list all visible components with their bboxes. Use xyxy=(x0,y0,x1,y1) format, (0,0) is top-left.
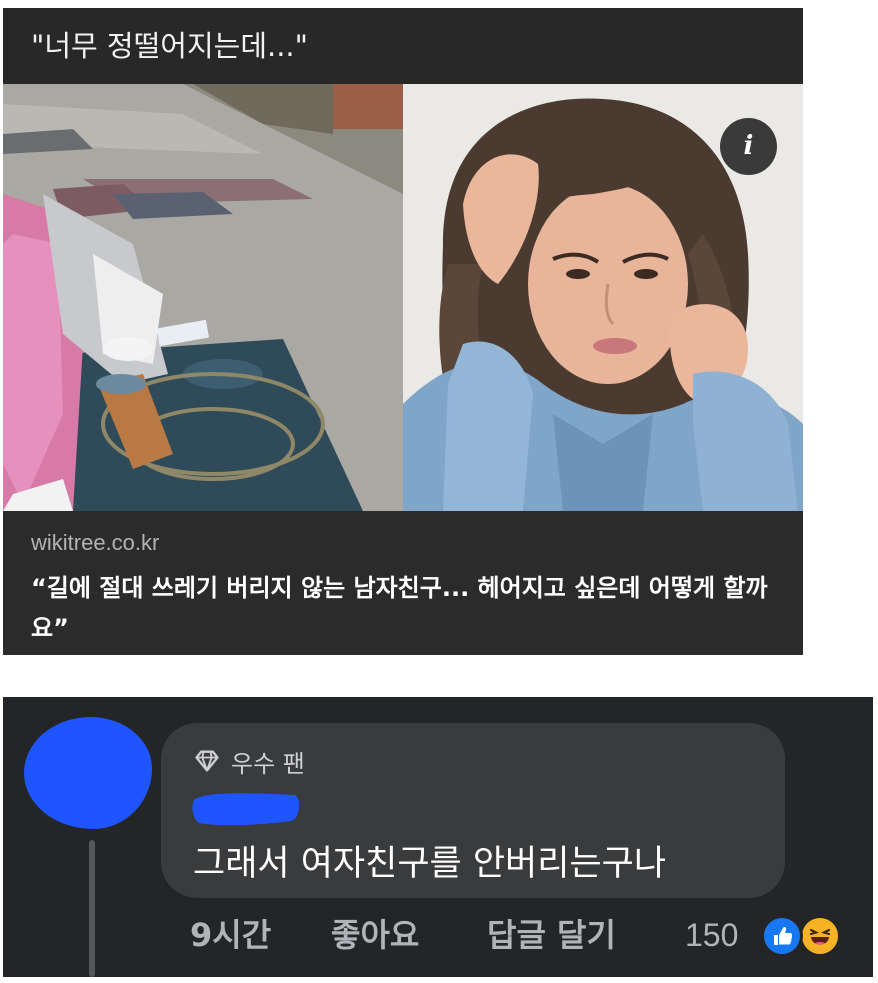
redacted-author-name[interactable] xyxy=(191,787,303,829)
link-preview-card[interactable]: "너무 정떨어지는데..." i wikitree.co.kr “길에 절대 쓰… xyxy=(3,8,803,655)
like-button[interactable]: 좋아요 xyxy=(331,912,419,958)
info-icon[interactable]: i xyxy=(720,118,777,175)
preview-title: "너무 정떨어지는데..." xyxy=(3,8,803,84)
reply-button[interactable]: 답글 달기 xyxy=(487,912,616,958)
preview-image-sidewalk xyxy=(3,84,403,511)
badge-label: 우수 팬 xyxy=(231,749,305,778)
comment-bubble: 우수 팬 그래서 여자친구를 안버리는구나 xyxy=(161,723,785,898)
reaction-count[interactable]: 150 xyxy=(685,912,738,958)
preview-headline[interactable]: “길에 절대 쓰레기 버리지 않는 남자친구... 헤어지고 싶은데 어떻게 할… xyxy=(31,568,791,648)
like-reaction-icon xyxy=(761,915,803,957)
top-fan-badge: 우수 팬 xyxy=(193,745,305,778)
comment-timestamp[interactable]: 9시간 xyxy=(190,912,271,958)
haha-reaction-icon xyxy=(799,915,841,957)
comment-actions: 9시간 좋아요 답글 달기 150 xyxy=(3,912,873,958)
source-domain: wikitree.co.kr xyxy=(31,530,160,555)
diamond-icon xyxy=(195,750,219,772)
comment-panel: 우수 팬 그래서 여자친구를 안버리는구나 9시간 좋아요 답글 달기 150 xyxy=(3,697,873,977)
avatar[interactable] xyxy=(24,717,152,829)
comment-text: 그래서 여자친구를 안버리는구나 xyxy=(193,844,667,884)
reaction-icons[interactable] xyxy=(761,915,851,957)
